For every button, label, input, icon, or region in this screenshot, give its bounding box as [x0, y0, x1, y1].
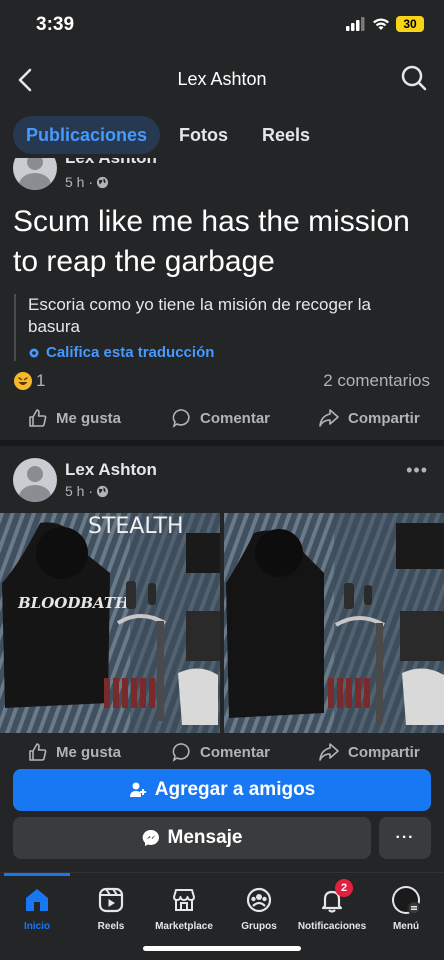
like-button[interactable]: Me gusta: [28, 408, 121, 428]
add-friend-icon: [129, 782, 146, 797]
add-friend-label: Agregar a amigos: [154, 779, 316, 800]
avatar[interactable]: [13, 158, 57, 190]
tab-marketplace[interactable]: Marketplace: [144, 885, 224, 932]
translation-text: Escoria como yo tiene la misión de recog…: [28, 295, 371, 336]
tab-label: Notificaciones: [297, 921, 367, 932]
tab-publicaciones[interactable]: Publicaciones: [13, 116, 161, 154]
rate-translation-label: Califica esta traducción: [46, 344, 215, 361]
menu-avatar-icon: [391, 885, 421, 915]
post-author[interactable]: Lex Ashton: [65, 158, 157, 168]
reels-icon: [96, 885, 126, 915]
status-bar: 3:39 30: [0, 0, 444, 52]
photo-text: BLOODBATH: [17, 594, 130, 612]
tab-notificaciones[interactable]: 2 Notificaciones: [292, 879, 372, 932]
like-icon: [29, 743, 47, 761]
like-icon: [29, 409, 47, 427]
post-text: Scum like me has the mission to reap the…: [13, 205, 410, 278]
share-button[interactable]: Compartir: [318, 742, 420, 762]
tab-label: Inicio: [23, 921, 51, 932]
like-label: Me gusta: [56, 743, 122, 761]
marketplace-icon: [169, 885, 199, 915]
tab-label: Marketplace: [155, 921, 213, 932]
photo-image: [224, 513, 444, 733]
post-photo[interactable]: BLOODBATH STEALTH: [0, 513, 220, 733]
post-time: 5 h ·: [65, 174, 94, 190]
groups-icon: [244, 885, 274, 915]
tab-reels[interactable]: Reels: [249, 116, 323, 154]
profile-tabs: Publicaciones Fotos Reels: [0, 112, 444, 158]
bell-icon: 2: [317, 879, 353, 915]
nav-bar: Lex Ashton: [0, 52, 444, 108]
tab-label: Grupos: [241, 921, 277, 932]
page-title: Lex Ashton: [177, 69, 267, 89]
translation-block: Escoria como yo tiene la misión de recog…: [14, 294, 424, 361]
message-button[interactable]: Mensaje: [13, 817, 371, 859]
active-tab-indicator: [4, 873, 70, 876]
post-actions: Me gusta Comentar Compartir: [0, 742, 444, 766]
avatar[interactable]: [13, 458, 57, 502]
add-friend-button[interactable]: Agregar a amigos: [13, 769, 431, 811]
status-time: 3:39: [36, 14, 75, 35]
comment-icon: [172, 409, 190, 428]
like-label: Me gusta: [56, 409, 122, 427]
post-time: 5 h ·: [65, 483, 94, 499]
comment-button[interactable]: Comentar: [172, 742, 270, 762]
post-photo[interactable]: [224, 513, 444, 733]
like-button[interactable]: Me gusta: [28, 742, 121, 762]
tab-menu[interactable]: Menú: [366, 885, 444, 932]
home-indicator: [143, 946, 301, 951]
comment-button[interactable]: Comentar: [172, 408, 270, 428]
tab-label: Menú: [392, 921, 420, 932]
tab-inicio[interactable]: Inicio: [0, 885, 77, 932]
post-meta: 5 h ·: [65, 174, 109, 190]
notification-badge: 2: [335, 879, 353, 897]
comment-label: Comentar: [200, 409, 271, 427]
comment-icon: [172, 743, 190, 762]
tab-label: Reels: [97, 921, 125, 932]
post-actions: Me gusta Comentar Compartir: [0, 408, 444, 440]
search-icon[interactable]: [400, 64, 428, 92]
share-icon: [319, 743, 339, 761]
photo-image: BLOODBATH STEALTH: [0, 513, 220, 733]
comment-label: Comentar: [200, 743, 271, 761]
battery-indicator: 30: [396, 16, 424, 32]
post-card: Lex Ashton 5 h · ••• BLOODBATH STEALTH M…: [0, 446, 444, 766]
signal-icon: [346, 17, 365, 31]
message-label: Mensaje: [167, 827, 243, 848]
share-button[interactable]: Compartir: [318, 408, 420, 428]
reaction-summary[interactable]: 1: [14, 371, 45, 391]
tab-fotos[interactable]: Fotos: [166, 116, 241, 154]
reaction-count: 1: [36, 371, 46, 390]
globe-icon: [96, 485, 109, 497]
globe-icon: [96, 176, 109, 188]
post-card: Lex Ashton 5 h · Scum like me has the mi…: [0, 158, 444, 440]
share-icon: [319, 409, 339, 427]
share-label: Compartir: [348, 743, 420, 761]
post-options-icon[interactable]: •••: [406, 460, 428, 481]
comment-count[interactable]: 2 comentarios: [323, 371, 430, 391]
wifi-icon: [373, 18, 389, 30]
home-icon: [22, 885, 52, 915]
messenger-icon: [142, 829, 159, 846]
photo-caption: STEALTH: [88, 514, 184, 539]
status-icons: 30: [346, 16, 424, 32]
post-author[interactable]: Lex Ashton: [65, 460, 157, 480]
share-label: Compartir: [348, 409, 420, 427]
haha-reaction-icon: [14, 372, 32, 390]
more-options-button[interactable]: ···: [379, 817, 431, 859]
tab-reels[interactable]: Reels: [71, 885, 151, 932]
gear-icon: [29, 348, 39, 357]
post-meta: 5 h ·: [65, 483, 109, 499]
rate-translation-link[interactable]: Califica esta traducción: [28, 344, 424, 361]
tab-grupos[interactable]: Grupos: [219, 885, 299, 932]
